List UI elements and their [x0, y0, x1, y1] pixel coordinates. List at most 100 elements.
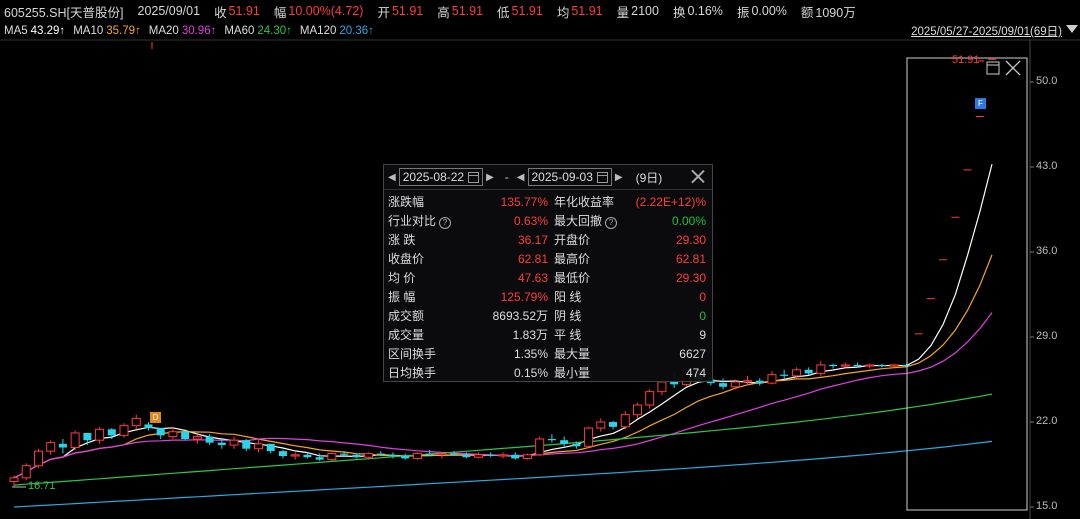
selection-close-icon[interactable] [1005, 60, 1021, 76]
candle[interactable] [327, 452, 337, 461]
candle-body [474, 454, 484, 458]
candle[interactable] [840, 362, 850, 368]
candle[interactable] [486, 452, 495, 458]
candle[interactable] [205, 434, 214, 446]
candle[interactable] [412, 452, 422, 460]
stat-value: 0.63% [438, 213, 548, 230]
stat-label-text: 振 幅 [388, 290, 416, 304]
candle[interactable] [21, 463, 31, 481]
stat-value: 36.17 [438, 232, 548, 249]
candle[interactable] [131, 414, 141, 430]
candle[interactable] [498, 452, 508, 459]
volume-label: 量 [616, 5, 630, 20]
prev-end-icon[interactable]: ◀ [517, 172, 525, 183]
candle[interactable] [780, 369, 789, 380]
stat-value-text: (2.22E+12)% [635, 195, 706, 209]
ma-value-0: 43.29↑ [30, 25, 66, 37]
low-value: 51.91 [511, 4, 543, 18]
candle[interactable] [865, 363, 875, 369]
prev-start-icon[interactable]: ◀ [388, 172, 396, 183]
candle[interactable] [33, 448, 43, 469]
candle[interactable] [645, 389, 655, 409]
marker-f[interactable]: F [975, 98, 986, 109]
candle-body [131, 417, 141, 427]
stock-code[interactable]: 605255.SH[天普股份] [4, 2, 124, 21]
candle[interactable] [474, 452, 484, 459]
selection-box[interactable] [906, 57, 1028, 511]
candle-body [70, 432, 80, 448]
candle[interactable] [609, 420, 618, 430]
candle[interactable] [804, 367, 813, 375]
stat-label: 平 线 [548, 327, 598, 344]
stat-label-text: 平 线 [554, 328, 582, 342]
candle[interactable] [401, 453, 410, 460]
candle[interactable] [58, 439, 67, 454]
candle-body [364, 453, 374, 458]
candle[interactable] [144, 422, 153, 431]
candle[interactable] [963, 169, 972, 171]
candle[interactable] [829, 363, 838, 369]
candle-body [340, 453, 349, 455]
candle-body [804, 369, 813, 374]
candle[interactable] [522, 453, 532, 460]
candle[interactable] [926, 298, 935, 300]
dropdown-arrow-icon[interactable] [1066, 25, 1078, 33]
candle[interactable] [83, 432, 92, 446]
close-icon[interactable] [690, 168, 706, 184]
candle[interactable] [290, 452, 300, 460]
calendar-icon[interactable] [596, 171, 608, 183]
open-value: 51.91 [391, 4, 424, 18]
candle[interactable] [939, 259, 948, 261]
candle[interactable] [596, 418, 606, 432]
calendar-icon[interactable] [468, 171, 480, 183]
stat-label-text: 开盘价 [554, 233, 591, 247]
next-start-icon[interactable]: ▶ [486, 172, 494, 183]
stat-value-text: 0.15% [513, 366, 548, 380]
candle[interactable] [46, 440, 56, 455]
candle[interactable] [254, 440, 263, 453]
candle[interactable] [816, 361, 826, 376]
candle[interactable] [975, 116, 984, 117]
stat-value-text: 8693.52万 [492, 309, 548, 323]
candle[interactable] [620, 411, 630, 430]
candle[interactable] [70, 430, 80, 450]
candle[interactable] [547, 434, 556, 443]
amount-label: 额 [800, 5, 814, 20]
marker-d[interactable]: D [150, 412, 161, 423]
candle[interactable] [229, 436, 239, 449]
candle[interactable] [511, 452, 520, 460]
candle[interactable] [119, 423, 129, 438]
candle[interactable] [278, 449, 287, 459]
interval-stats-popup[interactable]: ◀ 2025-08-22 ▶ - ◀ 2025-09-03 ▶ (9日) 涨跌幅… [383, 164, 713, 382]
candle[interactable] [584, 426, 594, 448]
candle[interactable] [535, 436, 545, 456]
candle[interactable] [192, 434, 202, 444]
date-range-selector[interactable]: 2025/05/27-2025/09/01(69日) [911, 23, 1062, 39]
end-date-field[interactable]: 2025-09-03 [527, 168, 612, 186]
maximize-icon[interactable] [986, 61, 1000, 75]
candle-body [560, 440, 569, 444]
next-end-icon[interactable]: ▶ [615, 172, 623, 183]
candle[interactable] [988, 58, 996, 60]
candle[interactable] [877, 363, 886, 368]
axis-label: 36.0 [1036, 245, 1058, 257]
candle[interactable] [914, 333, 923, 335]
axis-label: 15.0 [1036, 500, 1058, 512]
candle[interactable] [889, 363, 899, 368]
candle[interactable] [266, 443, 275, 454]
candle[interactable] [95, 426, 105, 444]
start-date-field[interactable]: 2025-08-22 [398, 168, 484, 186]
candle[interactable] [156, 428, 165, 439]
candle[interactable] [242, 439, 251, 452]
stat-value: 0 [598, 289, 706, 306]
stat-label: 阳 线 [548, 289, 598, 306]
candle[interactable] [560, 436, 569, 447]
ma-name-3: MA60 [224, 25, 255, 37]
candle[interactable] [767, 371, 777, 385]
candle[interactable] [719, 378, 728, 390]
candle-body [425, 453, 434, 455]
stat-value-text: 0.63% [513, 214, 548, 228]
candle[interactable] [951, 216, 960, 218]
candle[interactable] [755, 378, 764, 386]
candle[interactable] [632, 402, 642, 419]
